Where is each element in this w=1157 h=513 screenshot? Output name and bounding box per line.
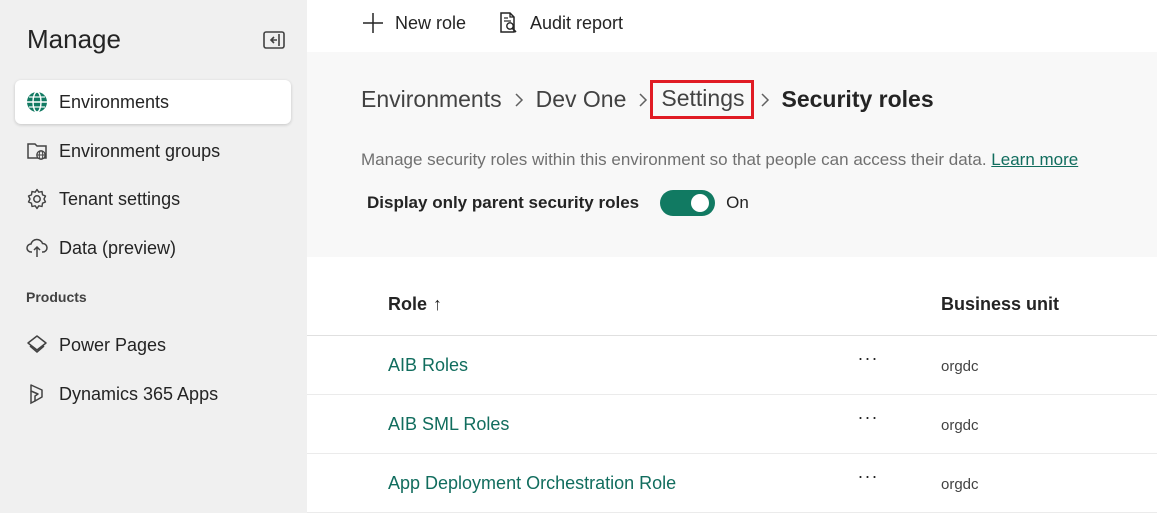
sidebar-item-tenant-settings[interactable]: Tenant settings bbox=[15, 177, 291, 221]
business-unit-cell: orgdc bbox=[941, 417, 979, 434]
toggle-knob bbox=[691, 194, 710, 212]
toggle-label: Display only parent security roles bbox=[367, 193, 640, 212]
business-unit-cell: orgdc bbox=[941, 476, 979, 493]
role-name-link[interactable]: AIB Roles bbox=[388, 355, 468, 376]
sidebar-item-label: Tenant settings bbox=[59, 188, 181, 209]
cloud-upload-icon bbox=[25, 236, 49, 260]
dynamics-icon bbox=[25, 382, 49, 406]
description-text: Manage security roles within this enviro… bbox=[361, 150, 987, 169]
sidebar-item-data-preview[interactable]: Data (preview) bbox=[15, 226, 291, 270]
table-row[interactable]: App Deployment Orchestration Role ··· or… bbox=[307, 454, 1157, 513]
breadcrumb-dev-one[interactable]: Dev One bbox=[536, 86, 627, 113]
document-search-icon bbox=[496, 11, 520, 35]
main-content: New role Audit report Environments Dev O… bbox=[307, 0, 1157, 513]
chevron-right-icon bbox=[507, 92, 531, 108]
breadcrumb-security-roles: Security roles bbox=[781, 86, 934, 112]
business-unit-cell: orgdc bbox=[941, 358, 979, 375]
new-role-button[interactable]: New role bbox=[361, 10, 466, 36]
sidebar-item-dynamics-365-apps[interactable]: Dynamics 365 Apps bbox=[15, 372, 291, 416]
more-options-icon[interactable]: ··· bbox=[853, 407, 883, 427]
more-options-icon[interactable]: ··· bbox=[853, 466, 883, 486]
sort-ascending-icon: ↑ bbox=[433, 294, 443, 314]
globe-icon bbox=[25, 90, 49, 114]
role-name-link[interactable]: AIB SML Roles bbox=[388, 414, 509, 435]
audit-report-label: Audit report bbox=[530, 12, 624, 33]
learn-more-link[interactable]: Learn more bbox=[991, 150, 1078, 169]
chevron-right-icon bbox=[753, 92, 777, 108]
column-header-role[interactable]: Role ↑ bbox=[388, 294, 442, 315]
plus-icon bbox=[361, 11, 385, 35]
breadcrumb-environments[interactable]: Environments bbox=[361, 86, 502, 113]
sidebar-item-label: Environments bbox=[59, 91, 170, 112]
page-description: Manage security roles within this enviro… bbox=[361, 150, 1078, 170]
power-pages-icon bbox=[25, 333, 49, 357]
sidebar: Manage Environments Environment groups T… bbox=[0, 0, 307, 513]
new-role-label: New role bbox=[395, 12, 467, 33]
breadcrumb: Environments Dev One Settings Security r… bbox=[361, 80, 934, 119]
sidebar-item-label: Environment groups bbox=[59, 140, 221, 161]
products-section-label: Products bbox=[26, 289, 87, 305]
collapse-sidebar-button[interactable] bbox=[262, 30, 286, 50]
page-header: Environments Dev One Settings Security r… bbox=[307, 52, 1157, 257]
table-header: Role ↑ Business unit bbox=[307, 276, 1157, 336]
more-options-icon[interactable]: ··· bbox=[853, 348, 883, 368]
sidebar-item-label: Dynamics 365 Apps bbox=[59, 383, 219, 404]
sidebar-item-label: Power Pages bbox=[59, 334, 167, 355]
gear-icon bbox=[25, 187, 49, 211]
table-row[interactable]: AIB SML Roles ··· orgdc bbox=[307, 395, 1157, 454]
toggle-state-text: On bbox=[726, 193, 749, 212]
sidebar-item-label: Data (preview) bbox=[59, 237, 177, 258]
security-roles-table: Role ↑ Business unit AIB Roles ··· orgdc… bbox=[307, 276, 1157, 513]
sidebar-item-environments[interactable]: Environments bbox=[15, 80, 291, 124]
sidebar-item-environment-groups[interactable]: Environment groups bbox=[15, 129, 291, 173]
audit-report-button[interactable]: Audit report bbox=[496, 10, 623, 36]
breadcrumb-settings[interactable]: Settings bbox=[650, 80, 754, 119]
parent-roles-toggle[interactable] bbox=[660, 190, 716, 216]
sidebar-title: Manage bbox=[27, 24, 121, 54]
column-header-business-unit[interactable]: Business unit bbox=[941, 294, 1059, 315]
table-row[interactable]: AIB Roles ··· orgdc bbox=[307, 336, 1157, 395]
sidebar-item-power-pages[interactable]: Power Pages bbox=[15, 323, 291, 367]
parent-roles-toggle-row: Display only parent security roles On bbox=[367, 190, 749, 216]
role-name-link[interactable]: App Deployment Orchestration Role bbox=[388, 473, 676, 494]
command-bar: New role Audit report bbox=[307, 0, 1157, 52]
collapse-panel-icon bbox=[263, 31, 285, 49]
environment-groups-icon bbox=[25, 139, 49, 163]
